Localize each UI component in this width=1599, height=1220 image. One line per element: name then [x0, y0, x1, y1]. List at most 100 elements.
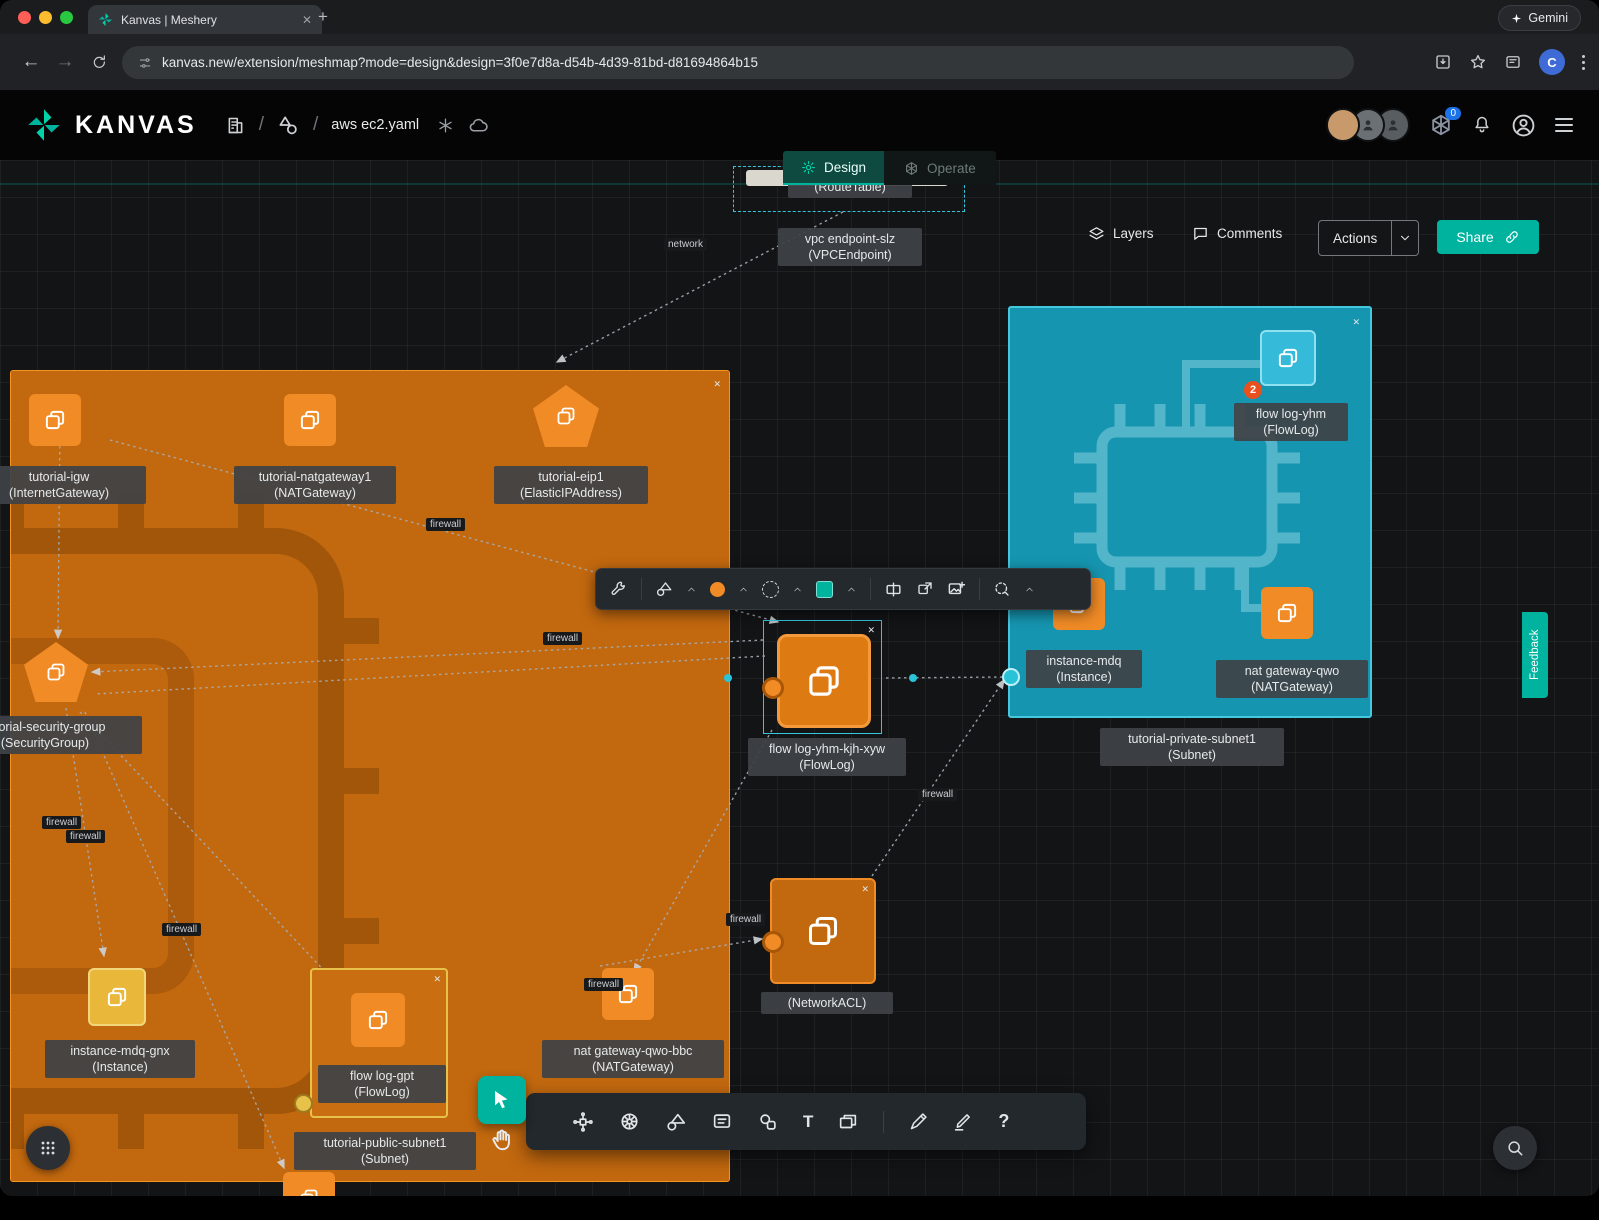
maximize-window-button[interactable]	[60, 11, 73, 24]
terminal-icon[interactable]	[884, 580, 903, 599]
node-internet-gateway[interactable]	[29, 394, 81, 446]
layers-button[interactable]: Layers	[1088, 225, 1154, 242]
zoom-button[interactable]	[1493, 1126, 1537, 1170]
node-label-eip1[interactable]: tutorial-eip1(ElasticIPAddress)	[494, 466, 648, 504]
frame-tool-icon[interactable]	[837, 1111, 859, 1133]
chevron-up-icon[interactable]	[738, 584, 749, 595]
text-tool-icon[interactable]: T	[803, 1112, 813, 1132]
node-close-icon[interactable]: ✕	[433, 975, 441, 984]
tab-design[interactable]: Design	[783, 151, 884, 185]
node-close-icon[interactable]: ✕	[867, 626, 875, 635]
node-label-natgateway-qwo[interactable]: nat gateway-qwo(NATGateway)	[1216, 660, 1368, 698]
node-natgateway-bbc[interactable]	[602, 968, 654, 1020]
node-label-natgateway-bbc[interactable]: nat gateway-qwo-bbc(NATGateway)	[542, 1040, 724, 1078]
node-label-flowlog-gpt[interactable]: flow log-gpt(FlowLog)	[318, 1065, 446, 1103]
address-bar[interactable]: kanvas.new/extension/meshmap?mode=design…	[122, 46, 1354, 79]
node-label-instance-gnx[interactable]: instance-mdq-gnx(Instance)	[45, 1040, 195, 1078]
border-style-swatch[interactable]	[762, 581, 779, 598]
node-label-instance-mdq[interactable]: instance-mdq(Instance)	[1026, 650, 1142, 688]
annotation-tool-icon[interactable]	[711, 1111, 733, 1133]
close-window-button[interactable]	[18, 11, 31, 24]
node-label-public-subnet[interactable]: tutorial-public-subnet1(Subnet)	[294, 1132, 476, 1170]
node-label-igw[interactable]: tutorial-igw(InternetGateway)	[0, 466, 146, 504]
shape-picker-icon[interactable]	[655, 580, 673, 598]
bookmark-star-icon[interactable]	[1469, 53, 1487, 71]
new-tab-button[interactable]: +	[318, 7, 328, 27]
browser-tab[interactable]: Kanvas | Meshery ✕	[88, 5, 322, 34]
connection-handle[interactable]	[762, 931, 784, 953]
chevron-up-icon[interactable]	[846, 584, 857, 595]
minimize-window-button[interactable]	[39, 11, 52, 24]
highlighter-tool-icon[interactable]	[953, 1111, 974, 1132]
resize-handle[interactable]	[724, 674, 732, 682]
node-label-vpc-endpoint[interactable]: vpc endpoint-slz(VPCEndpoint)	[778, 228, 922, 266]
bell-icon[interactable]	[1472, 115, 1492, 135]
node-natgateway-qwo[interactable]	[1261, 587, 1313, 639]
node-label-flowlog-yhm[interactable]: flow log-yhm(FlowLog)	[1234, 403, 1348, 441]
node-label-flowlog-kjh[interactable]: flow log-yhm-kjh-xyw(FlowLog)	[748, 738, 906, 776]
resize-handle[interactable]	[909, 674, 917, 682]
sticker-tool-icon[interactable]	[757, 1111, 779, 1133]
configure-wrench-icon[interactable]	[610, 580, 628, 598]
browser-profile-avatar[interactable]: C	[1539, 49, 1565, 75]
designs-icon[interactable]	[277, 114, 300, 137]
tab-operate[interactable]: Operate	[884, 151, 996, 185]
node-label-security-group[interactable]: tutorial-security-group(SecurityGroup)	[0, 716, 142, 754]
actions-button[interactable]: Actions	[1318, 220, 1419, 256]
kubernetes-tool-icon[interactable]	[618, 1110, 641, 1133]
design-canvas[interactable]: ✕ ✕	[0, 160, 1599, 1196]
node-flowlog-kjh-selected[interactable]	[777, 634, 871, 728]
help-tool-icon[interactable]: ?	[998, 1111, 1009, 1132]
actions-label[interactable]: Actions	[1319, 221, 1391, 255]
user-avatar-icon[interactable]	[1511, 113, 1536, 138]
cloud-sync-icon[interactable]	[468, 115, 489, 136]
node-label-network-acl[interactable]: (NetworkACL)	[761, 992, 893, 1014]
connection-handle[interactable]	[294, 1094, 313, 1113]
site-settings-icon[interactable]	[138, 56, 152, 70]
back-button[interactable]: ←	[14, 51, 48, 73]
design-filename[interactable]: aws ec2.yaml	[331, 117, 419, 133]
connection-handle[interactable]	[1002, 668, 1020, 686]
add-image-icon[interactable]	[947, 580, 966, 599]
organization-icon[interactable]	[225, 115, 246, 136]
container-close-icon[interactable]: ✕	[713, 380, 721, 389]
share-button[interactable]: Share	[1437, 220, 1539, 254]
meshery-status-icon[interactable]: 0	[1429, 113, 1453, 137]
open-external-icon[interactable]	[916, 580, 934, 598]
node-instance-gnx[interactable]	[88, 968, 146, 1026]
install-icon[interactable]	[1434, 53, 1452, 71]
flow-node-tool-icon[interactable]	[572, 1111, 594, 1133]
kanvas-logo-icon[interactable]	[26, 107, 62, 143]
node-flowlog-yhm[interactable]	[1260, 330, 1316, 386]
lasso-icon[interactable]	[993, 580, 1011, 598]
connection-handle[interactable]	[762, 677, 784, 699]
side-panel-icon[interactable]	[1504, 53, 1522, 71]
node-flowlog-gpt[interactable]	[351, 993, 405, 1047]
comments-button[interactable]: Comments	[1192, 225, 1282, 242]
kubernetes-snowflake-icon[interactable]	[437, 117, 454, 134]
tab-close-icon[interactable]: ✕	[302, 13, 312, 27]
node-network-acl[interactable]: ✕	[770, 878, 876, 984]
node-close-icon[interactable]: ✕	[861, 885, 869, 894]
gemini-button[interactable]: Gemini	[1498, 5, 1581, 31]
node-label-private-subnet[interactable]: tutorial-private-subnet1(Subnet)	[1100, 728, 1284, 766]
select-tool-button[interactable]	[478, 1076, 526, 1124]
browser-menu-icon[interactable]	[1582, 55, 1585, 70]
chevron-up-icon[interactable]	[686, 584, 697, 595]
chevron-up-icon[interactable]	[792, 584, 803, 595]
shapes-tool-icon[interactable]	[665, 1111, 687, 1133]
node-clipped-bottom[interactable]	[283, 1172, 335, 1196]
actions-dropdown-icon[interactable]	[1391, 221, 1418, 255]
pan-tool-icon[interactable]	[489, 1126, 515, 1154]
accent-color-swatch[interactable]	[816, 581, 833, 598]
refresh-button[interactable]	[82, 54, 116, 70]
container-close-icon[interactable]: ✕	[1352, 318, 1360, 327]
collaborator-avatar[interactable]	[1326, 108, 1360, 142]
forward-button[interactable]: →	[48, 51, 82, 73]
fill-color-swatch[interactable]	[710, 582, 725, 597]
pen-tool-icon[interactable]	[908, 1111, 929, 1132]
node-label-natgateway1[interactable]: tutorial-natgateway1(NATGateway)	[234, 466, 396, 504]
node-nat-gateway-1[interactable]	[284, 394, 336, 446]
feedback-tab[interactable]: Feedback	[1522, 612, 1548, 698]
collaborator-avatars[interactable]	[1326, 108, 1410, 142]
